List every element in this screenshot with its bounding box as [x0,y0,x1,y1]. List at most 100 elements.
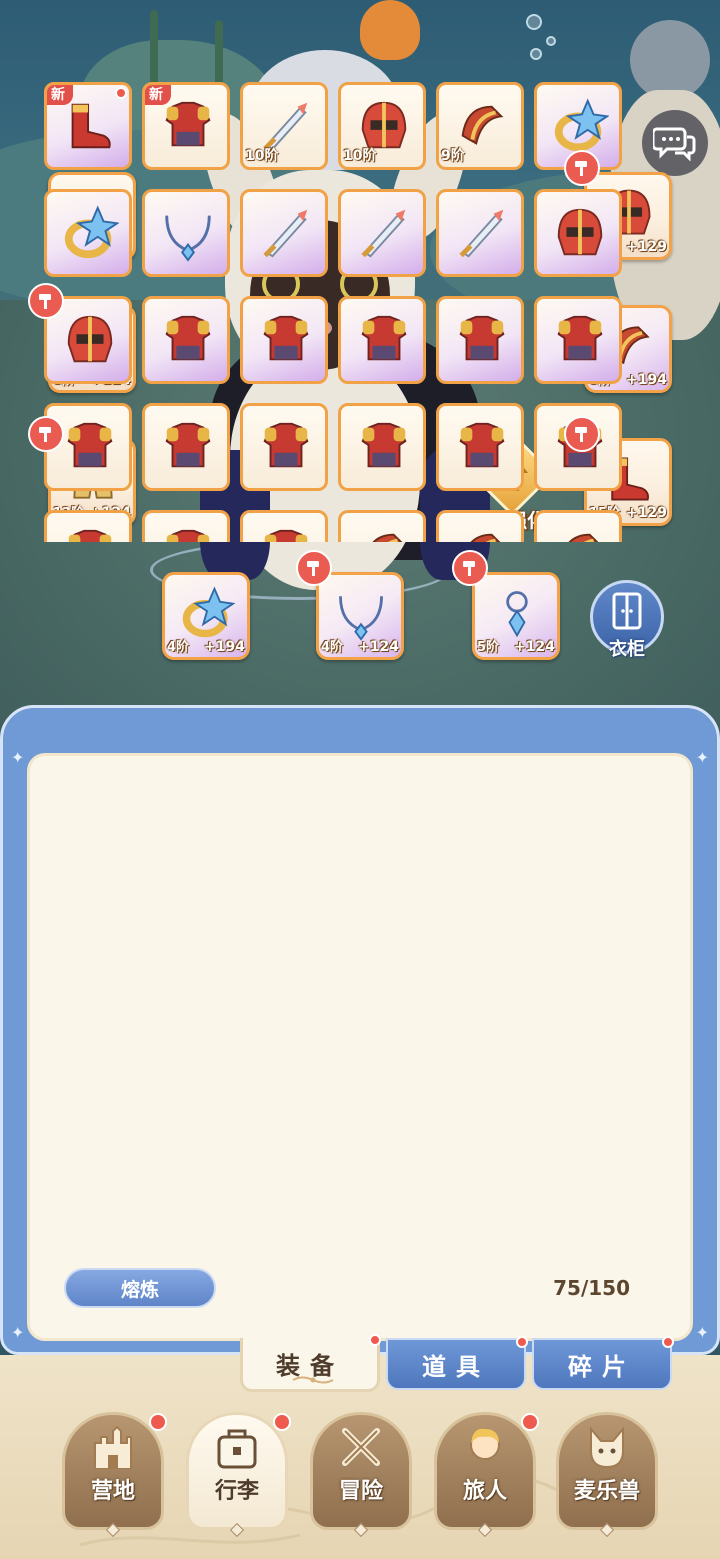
notification-dot [369,1334,381,1346]
inventory-item[interactable] [534,189,622,277]
equip-slot-ring[interactable]: 4阶 +194 [162,572,250,660]
notification-dot [115,87,127,99]
upgrade-hammer-icon [452,550,488,586]
armor-icon [264,529,308,542]
armor-icon [459,422,505,468]
nav-label: 冒险 [338,1479,383,1504]
inventory-item[interactable] [338,296,426,384]
charm-icon [506,591,528,638]
equip-slot-charm[interactable]: 5阶 +124 [472,572,560,660]
upgrade-hammer-icon [564,416,600,452]
armor-icon [165,101,211,147]
traveler-portrait-icon [470,1428,500,1460]
inventory-grid: 新 新 10阶 10阶 9阶 [44,82,659,542]
armor-icon [67,422,113,468]
upgrade-hammer-icon [28,283,64,319]
item-level: 10阶 [245,148,279,164]
nav-label: 旅人 [462,1479,507,1504]
notification-dot [516,1336,528,1348]
inventory-item[interactable] [436,189,524,277]
sword-icon [263,209,308,258]
crossed-swords-icon [342,1428,380,1466]
inventory-item[interactable]: 9阶 [436,82,524,170]
ring-icon [182,586,235,638]
armor-icon [68,529,112,542]
notification-dot [662,1336,674,1348]
inventory-item[interactable] [142,510,230,542]
nav-luggage[interactable]: 行李 [186,1412,291,1538]
nav-label: 行李 [214,1479,259,1504]
inventory-item[interactable] [142,296,230,384]
nav-label: 营地 [90,1479,135,1504]
ring-icon [554,98,609,152]
bubble [546,36,556,46]
inventory-item[interactable] [240,510,328,542]
inventory-item[interactable] [142,403,230,491]
inventory-item[interactable] [436,296,524,384]
armor-icon [166,529,210,542]
tab-equipment[interactable]: 装备 [240,1334,381,1392]
inventory-item[interactable] [240,403,328,491]
tab-fragments[interactable]: 碎片 [532,1336,674,1390]
corner-ornament-icon: ✦ [11,748,25,767]
smelt-button[interactable]: 熔炼 [64,1268,216,1308]
wardrobe-label: 衣柜 [609,639,645,660]
inventory-item[interactable] [44,510,132,542]
bubble [526,14,542,30]
item-level: 10阶 [343,148,377,164]
notification-dot [521,1413,539,1431]
tab-ornament-icon [292,1376,334,1384]
sword-icon [459,209,504,258]
new-badge: 新 [47,85,73,105]
upgrade-hammer-icon [28,416,64,452]
bracer-icon [470,533,501,542]
notification-dot [149,1413,167,1431]
upgrade-hammer-icon [296,550,332,586]
inventory-capacity: 75/150 [553,1276,630,1300]
inventory-item[interactable]: 新 [142,82,230,170]
inventory-item[interactable] [44,189,132,277]
slot-bonus: +124 [514,639,555,655]
wardrobe-button[interactable]: 衣柜 [590,580,664,660]
nav-travelers[interactable]: 旅人 [434,1412,539,1538]
new-badge: 新 [145,85,171,105]
armor-icon [361,422,407,468]
tab-items-label: 道具 [422,1352,490,1381]
inventory-item[interactable] [338,403,426,491]
inventory-item[interactable] [240,189,328,277]
inventory-scroll-area[interactable]: 新 新 10阶 10阶 9阶 [44,82,659,542]
inventory-item[interactable]: 10阶 [338,82,426,170]
nav-camp[interactable]: 营地 [62,1412,167,1538]
inventory-item[interactable]: 新 [44,82,132,170]
inventory-panel: ✦ ✦ ✦ ✦ [0,705,720,1355]
inventory-item[interactable] [534,510,622,542]
inventory-item[interactable] [240,296,328,384]
helmet-icon [557,208,603,256]
armor-icon [361,315,407,361]
upgrade-hammer-icon [564,150,600,186]
slot-level: 5阶 [477,640,500,655]
inventory-item[interactable] [436,403,524,491]
nav-adventure[interactable]: 冒险 [310,1412,412,1538]
helmet-icon [67,315,113,363]
corner-ornament-icon: ✦ [695,748,709,767]
inventory-item[interactable] [142,189,230,277]
bag-icon [217,1429,257,1469]
equip-slot-necklace[interactable]: 4阶 +124 [316,572,404,660]
fox-icon [590,1426,624,1469]
notification-dot [273,1413,291,1431]
tab-items[interactable]: 道具 [386,1336,528,1390]
wardrobe-icon [612,592,642,630]
slot-bonus: +194 [204,639,245,655]
armor-icon [263,422,309,468]
inventory-item[interactable] [338,510,426,542]
nav-melebeast[interactable]: 麦乐兽 [556,1412,658,1538]
inventory-item[interactable] [338,189,426,277]
slot-bonus: +124 [358,639,399,655]
bracer-icon [568,533,599,542]
chat-bubbles-icon [653,127,696,161]
inventory-item[interactable] [436,510,524,542]
inventory-item[interactable] [534,296,622,384]
inventory-item[interactable]: 10阶 [240,82,328,170]
inventory-inner [27,753,693,1341]
